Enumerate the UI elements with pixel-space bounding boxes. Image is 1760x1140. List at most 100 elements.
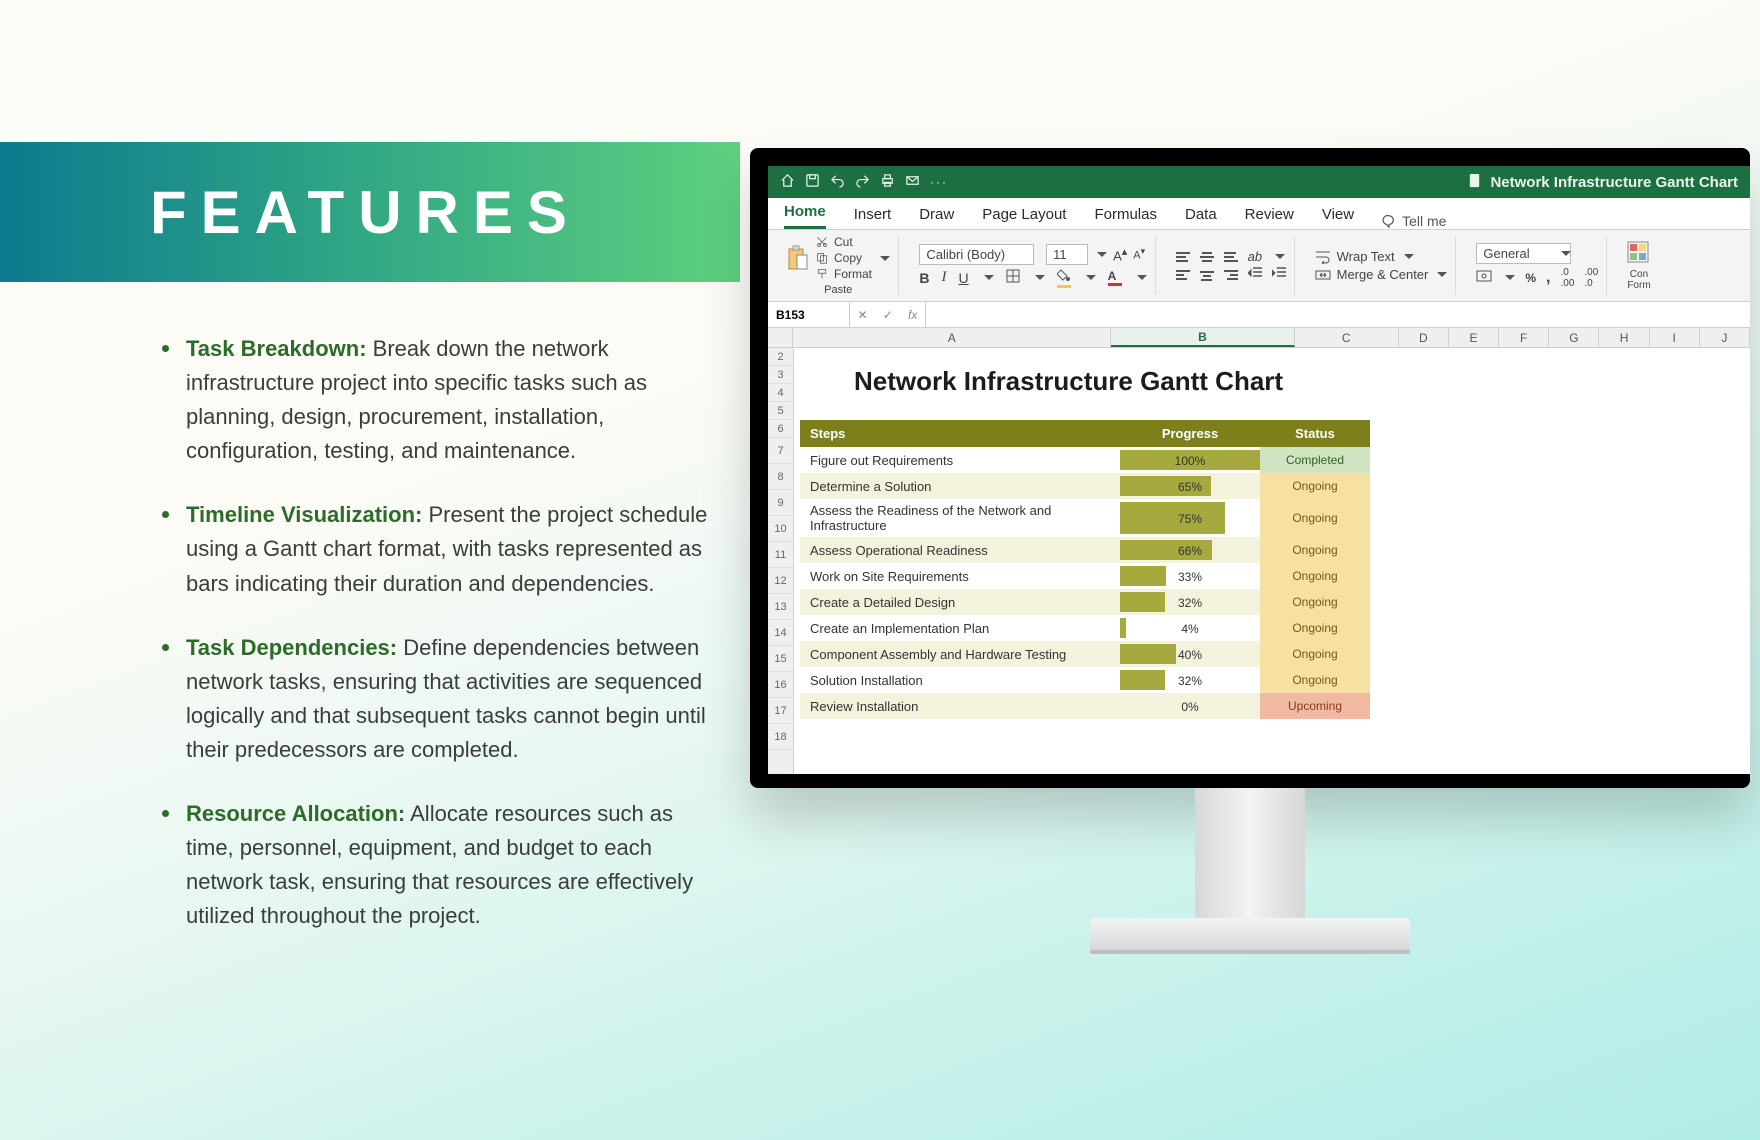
tab-view[interactable]: View: [1322, 206, 1354, 229]
enter-icon[interactable]: ✓: [883, 308, 893, 322]
cell-step[interactable]: Assess the Readiness of the Network and …: [800, 499, 1120, 537]
table-row[interactable]: Review Installation0%Upcoming: [800, 693, 1370, 719]
cell-step[interactable]: Work on Site Requirements: [800, 563, 1120, 589]
row-header[interactable]: 13: [768, 594, 793, 620]
currency-button[interactable]: [1476, 269, 1492, 286]
formula-input[interactable]: [926, 302, 1750, 327]
italic-button[interactable]: I: [941, 269, 946, 286]
row-header[interactable]: 6: [768, 420, 793, 438]
row-header[interactable]: 4: [768, 384, 793, 402]
tab-draw[interactable]: Draw: [919, 206, 954, 229]
cell-progress[interactable]: 65%: [1120, 473, 1260, 499]
cell-progress[interactable]: 4%: [1120, 615, 1260, 641]
conditional-formatting-icon[interactable]: [1627, 241, 1650, 266]
tab-page-layout[interactable]: Page Layout: [982, 206, 1066, 229]
col-header-d[interactable]: D: [1399, 328, 1449, 347]
bold-button[interactable]: B: [919, 270, 929, 286]
paste-icon[interactable]: [786, 246, 810, 270]
row-header[interactable]: 5: [768, 402, 793, 420]
cell-status[interactable]: Upcoming: [1260, 693, 1370, 719]
col-header-h[interactable]: H: [1599, 328, 1649, 347]
comma-button[interactable]: ,: [1546, 269, 1550, 287]
copy-button[interactable]: Copy: [816, 251, 890, 265]
row-header[interactable]: 18: [768, 724, 793, 750]
col-header-b[interactable]: B: [1111, 328, 1294, 347]
row-header[interactable]: 14: [768, 620, 793, 646]
table-row[interactable]: Create an Implementation Plan4%Ongoing: [800, 615, 1370, 641]
row-header[interactable]: 15: [768, 646, 793, 672]
cell-status[interactable]: Ongoing: [1260, 499, 1370, 537]
font-size-select[interactable]: 11: [1046, 244, 1088, 265]
cell-status[interactable]: Completed: [1260, 447, 1370, 473]
col-header-e[interactable]: E: [1449, 328, 1499, 347]
wrap-text-button[interactable]: Wrap Text: [1315, 249, 1448, 264]
underline-button[interactable]: U: [958, 270, 968, 286]
cell-progress[interactable]: 40%: [1120, 641, 1260, 667]
increase-indent-icon[interactable]: [1272, 267, 1286, 282]
name-box[interactable]: B153: [768, 302, 850, 327]
cell-step[interactable]: Assess Operational Readiness: [800, 537, 1120, 563]
col-header-i[interactable]: I: [1650, 328, 1700, 347]
align-left-icon[interactable]: [1176, 268, 1190, 282]
mail-icon[interactable]: [905, 173, 920, 191]
row-header[interactable]: 2: [768, 348, 793, 366]
cell-progress[interactable]: 75%: [1120, 499, 1260, 537]
cell-status[interactable]: Ongoing: [1260, 615, 1370, 641]
increase-font-icon[interactable]: A▴: [1113, 245, 1127, 263]
tab-home[interactable]: Home: [784, 203, 826, 229]
table-row[interactable]: Assess Operational Readiness66%Ongoing: [800, 537, 1370, 563]
redo-icon[interactable]: [855, 173, 870, 191]
table-row[interactable]: Component Assembly and Hardware Testing4…: [800, 641, 1370, 667]
decrease-font-icon[interactable]: A▾: [1133, 246, 1145, 262]
align-bottom-icon[interactable]: [1224, 250, 1238, 264]
fill-color-button[interactable]: [1057, 268, 1071, 288]
align-right-icon[interactable]: [1224, 268, 1238, 282]
row-header[interactable]: 9: [768, 490, 793, 516]
table-row[interactable]: Create a Detailed Design32%Ongoing: [800, 589, 1370, 615]
sheet-area[interactable]: Network Infrastructure Gantt Chart Steps…: [794, 348, 1750, 774]
home-icon[interactable]: [780, 173, 795, 191]
col-header-f[interactable]: F: [1499, 328, 1549, 347]
col-header-c[interactable]: C: [1295, 328, 1399, 347]
col-header-a[interactable]: A: [793, 328, 1111, 347]
increase-decimal-button[interactable]: .0.00: [1561, 267, 1575, 289]
col-header-g[interactable]: G: [1549, 328, 1599, 347]
table-row[interactable]: Determine a Solution65%Ongoing: [800, 473, 1370, 499]
table-row[interactable]: Assess the Readiness of the Network and …: [800, 499, 1370, 537]
tab-data[interactable]: Data: [1185, 206, 1217, 229]
cell-progress[interactable]: 100%: [1120, 447, 1260, 473]
cell-step[interactable]: Component Assembly and Hardware Testing: [800, 641, 1120, 667]
row-header[interactable]: 8: [768, 464, 793, 490]
tab-review[interactable]: Review: [1245, 206, 1294, 229]
table-row[interactable]: Work on Site Requirements33%Ongoing: [800, 563, 1370, 589]
cell-status[interactable]: Ongoing: [1260, 667, 1370, 693]
cell-step[interactable]: Determine a Solution: [800, 473, 1120, 499]
align-top-icon[interactable]: [1176, 250, 1190, 264]
cancel-icon[interactable]: ✕: [858, 308, 868, 322]
cell-progress[interactable]: 33%: [1120, 563, 1260, 589]
font-color-button[interactable]: A: [1108, 269, 1122, 286]
cell-step[interactable]: Create an Implementation Plan: [800, 615, 1120, 641]
table-row[interactable]: Figure out Requirements100%Completed: [800, 447, 1370, 473]
format-painter-button[interactable]: Format: [816, 267, 890, 281]
row-header[interactable]: 12: [768, 568, 793, 594]
row-header[interactable]: 10: [768, 516, 793, 542]
cell-status[interactable]: Ongoing: [1260, 589, 1370, 615]
cut-button[interactable]: Cut: [816, 235, 890, 249]
cell-status[interactable]: Ongoing: [1260, 563, 1370, 589]
col-header-j[interactable]: J: [1700, 328, 1750, 347]
fx-icon[interactable]: fx: [908, 308, 917, 322]
cell-status[interactable]: Ongoing: [1260, 537, 1370, 563]
cell-progress[interactable]: 32%: [1120, 589, 1260, 615]
orientation-icon[interactable]: ab: [1248, 249, 1262, 264]
decrease-indent-icon[interactable]: [1248, 267, 1262, 282]
align-center-icon[interactable]: [1200, 269, 1214, 281]
cell-progress[interactable]: 66%: [1120, 537, 1260, 563]
cell-step[interactable]: Create a Detailed Design: [800, 589, 1120, 615]
cell-step[interactable]: Figure out Requirements: [800, 447, 1120, 473]
merge-center-button[interactable]: Merge & Center: [1315, 267, 1448, 282]
table-row[interactable]: Solution Installation32%Ongoing: [800, 667, 1370, 693]
align-middle-icon[interactable]: [1200, 250, 1214, 264]
cell-step[interactable]: Solution Installation: [800, 667, 1120, 693]
tab-insert[interactable]: Insert: [854, 206, 892, 229]
